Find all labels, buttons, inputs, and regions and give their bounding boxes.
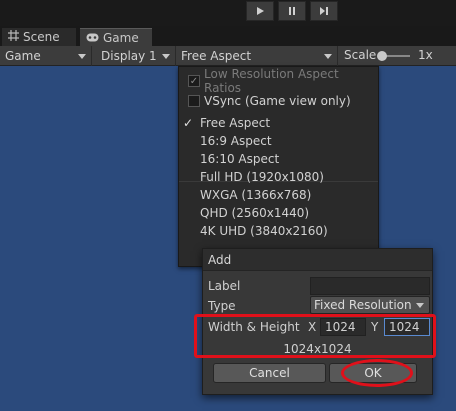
menu-item-label: Low Resolution Aspect Ratios [204, 67, 339, 95]
dropdown-value: Free Aspect [181, 49, 252, 63]
step-button[interactable] [310, 1, 338, 21]
low-resolution-toggle[interactable]: ✓ Low Resolution Aspect Ratios [179, 67, 378, 95]
menu-item-16-10[interactable]: 16:10 Aspect [179, 150, 378, 168]
vsync-toggle[interactable]: VSync (Game view only) [179, 92, 378, 110]
chevron-down-icon [416, 303, 424, 308]
chevron-down-icon [324, 54, 332, 59]
play-button[interactable] [246, 1, 274, 21]
label-input[interactable] [310, 277, 430, 295]
scale-label: Scale [344, 48, 377, 62]
chevron-down-icon [78, 54, 86, 59]
dropdown-value: Fixed Resolution [314, 298, 412, 312]
menu-item-label: 16:10 Aspect [200, 152, 280, 166]
pause-button[interactable] [278, 1, 306, 21]
menu-item-16-9[interactable]: 16:9 Aspect [179, 132, 378, 150]
display-dropdown[interactable]: Display 1 [96, 46, 176, 66]
gamepad-icon [86, 31, 99, 45]
checkbox[interactable] [188, 95, 200, 107]
scale-slider-handle[interactable] [377, 51, 387, 61]
scale-value: 1x [418, 48, 433, 62]
menu-item-free-aspect[interactable]: ✓ Free Aspect [179, 114, 378, 132]
play-icon [255, 6, 265, 16]
menu-item-label: Full HD (1920x1080) [200, 170, 324, 184]
menu-item-full-hd[interactable]: Full HD (1920x1080) [179, 168, 378, 186]
window-tabs: Scene Game [0, 26, 456, 46]
tab-label: Scene [23, 30, 60, 44]
label-field-label: Label [208, 279, 241, 293]
aspect-menu: ✓ Low Resolution Aspect Ratios VSync (Ga… [178, 66, 379, 267]
highlight-size-fields [194, 314, 436, 358]
dialog-title: Add [203, 249, 432, 271]
step-icon [319, 6, 329, 16]
menu-item-4k-uhd[interactable]: 4K UHD (3840x2160) [179, 222, 378, 240]
pause-icon [287, 6, 297, 16]
tab-scene[interactable]: Scene [2, 28, 76, 46]
chevron-down-icon [162, 54, 170, 59]
tab-label: Game [103, 30, 139, 45]
display-mode-dropdown[interactable]: Game [0, 46, 92, 66]
menu-item-qhd[interactable]: QHD (2560x1440) [179, 204, 378, 222]
cancel-button[interactable]: Cancel [213, 363, 326, 383]
checkbox[interactable]: ✓ [188, 75, 200, 87]
menu-item-label: 4K UHD (3840x2160) [200, 224, 328, 238]
menu-item-wxga[interactable]: WXGA (1366x768) [179, 186, 378, 204]
menu-item-label: VSync (Game view only) [204, 94, 351, 108]
game-toolbar: Game Display 1 Free Aspect Scale 1x [0, 46, 456, 66]
menu-item-label: 16:9 Aspect [200, 134, 272, 148]
dropdown-value: Display 1 [101, 49, 157, 63]
grid-icon [8, 30, 19, 44]
play-toolbar [0, 0, 456, 26]
aspect-dropdown[interactable]: Free Aspect [176, 46, 338, 66]
check-icon: ✓ [183, 116, 194, 130]
check-icon: ✓ [189, 75, 199, 87]
type-field-label: Type [208, 299, 236, 313]
dropdown-value: Game [5, 49, 41, 63]
menu-item-label: QHD (2560x1440) [200, 206, 310, 220]
tab-game[interactable]: Game [80, 28, 152, 46]
menu-item-label: Free Aspect [200, 116, 271, 130]
type-dropdown[interactable]: Fixed Resolution [310, 296, 430, 314]
highlight-ok-button [341, 359, 413, 387]
menu-item-label: WXGA (1366x768) [200, 188, 312, 202]
